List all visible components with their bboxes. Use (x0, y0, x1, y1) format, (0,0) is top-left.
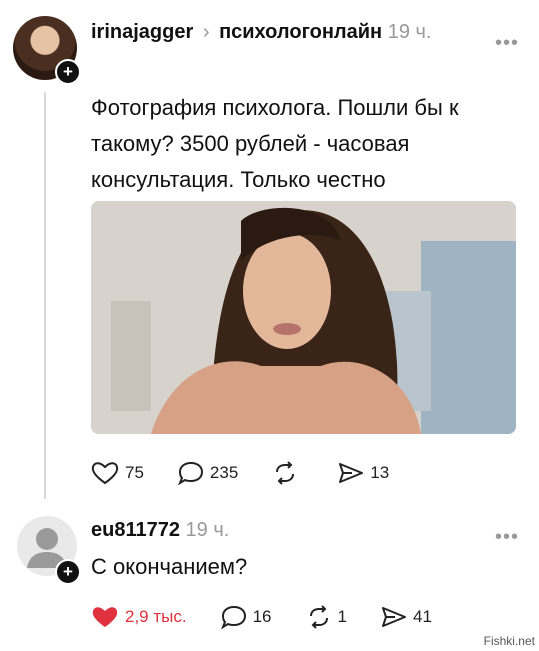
post-photo[interactable] (91, 201, 516, 434)
comment-count: 235 (209, 463, 239, 482)
heart-filled-icon (92, 607, 118, 627)
share-button[interactable]: 13 (338, 461, 389, 485)
repost-icon (309, 605, 328, 629)
post-timestamp: 19 ч. (387, 21, 432, 43)
reply-timestamp: 19 ч. (185, 519, 230, 541)
watermark: Fishki.net (483, 634, 535, 648)
more-options-icon[interactable]: ••• (495, 32, 519, 55)
follow-plus-icon[interactable]: + (55, 559, 81, 585)
reply-more-options-icon[interactable]: ••• (495, 526, 519, 549)
post-text: Фотография психолога. Пошли бы к такому?… (91, 95, 459, 192)
reply-actions: 2,9 тыс. 16 1 41 (91, 605, 466, 629)
author-username[interactable]: irinajagger (91, 21, 193, 43)
heart-icon (91, 462, 119, 485)
community-name[interactable]: психологонлайн (219, 21, 382, 43)
reply-header: eu811772 19 ч. (91, 517, 229, 543)
reply-repost-count: 1 (337, 607, 347, 626)
reply-like-count: 2,9 тыс. (125, 607, 187, 626)
send-icon (381, 607, 406, 627)
reply-share-button[interactable]: 41 (381, 605, 432, 629)
post-actions: 75 235 13 (91, 461, 423, 485)
like-button[interactable]: 75 (91, 461, 144, 485)
chevron-right-icon: › (202, 21, 210, 43)
post-header: irinajagger › психологонлайн 19 ч. (91, 19, 491, 45)
reply-like-button[interactable]: 2,9 тыс. (91, 605, 187, 629)
comment-button[interactable]: 235 (178, 461, 238, 485)
reply-repost-button[interactable]: 1 (306, 605, 347, 629)
follow-plus-icon[interactable]: + (55, 59, 81, 85)
send-icon (339, 463, 364, 483)
repost-button[interactable] (272, 461, 304, 485)
reply-author-username[interactable]: eu811772 (91, 519, 180, 541)
repost-icon (276, 461, 295, 485)
comment-bubble-icon (178, 461, 203, 485)
like-count: 75 (125, 463, 144, 482)
share-count: 13 (370, 463, 390, 482)
reply-text: С окончанием? (91, 554, 248, 579)
reply-comment-count: 16 (252, 607, 272, 626)
thread-line (44, 92, 46, 499)
photo-illustration (91, 201, 516, 434)
reply-share-count: 41 (412, 607, 432, 626)
reply-comment-button[interactable]: 16 (220, 605, 272, 629)
comment-bubble-icon (220, 605, 246, 629)
